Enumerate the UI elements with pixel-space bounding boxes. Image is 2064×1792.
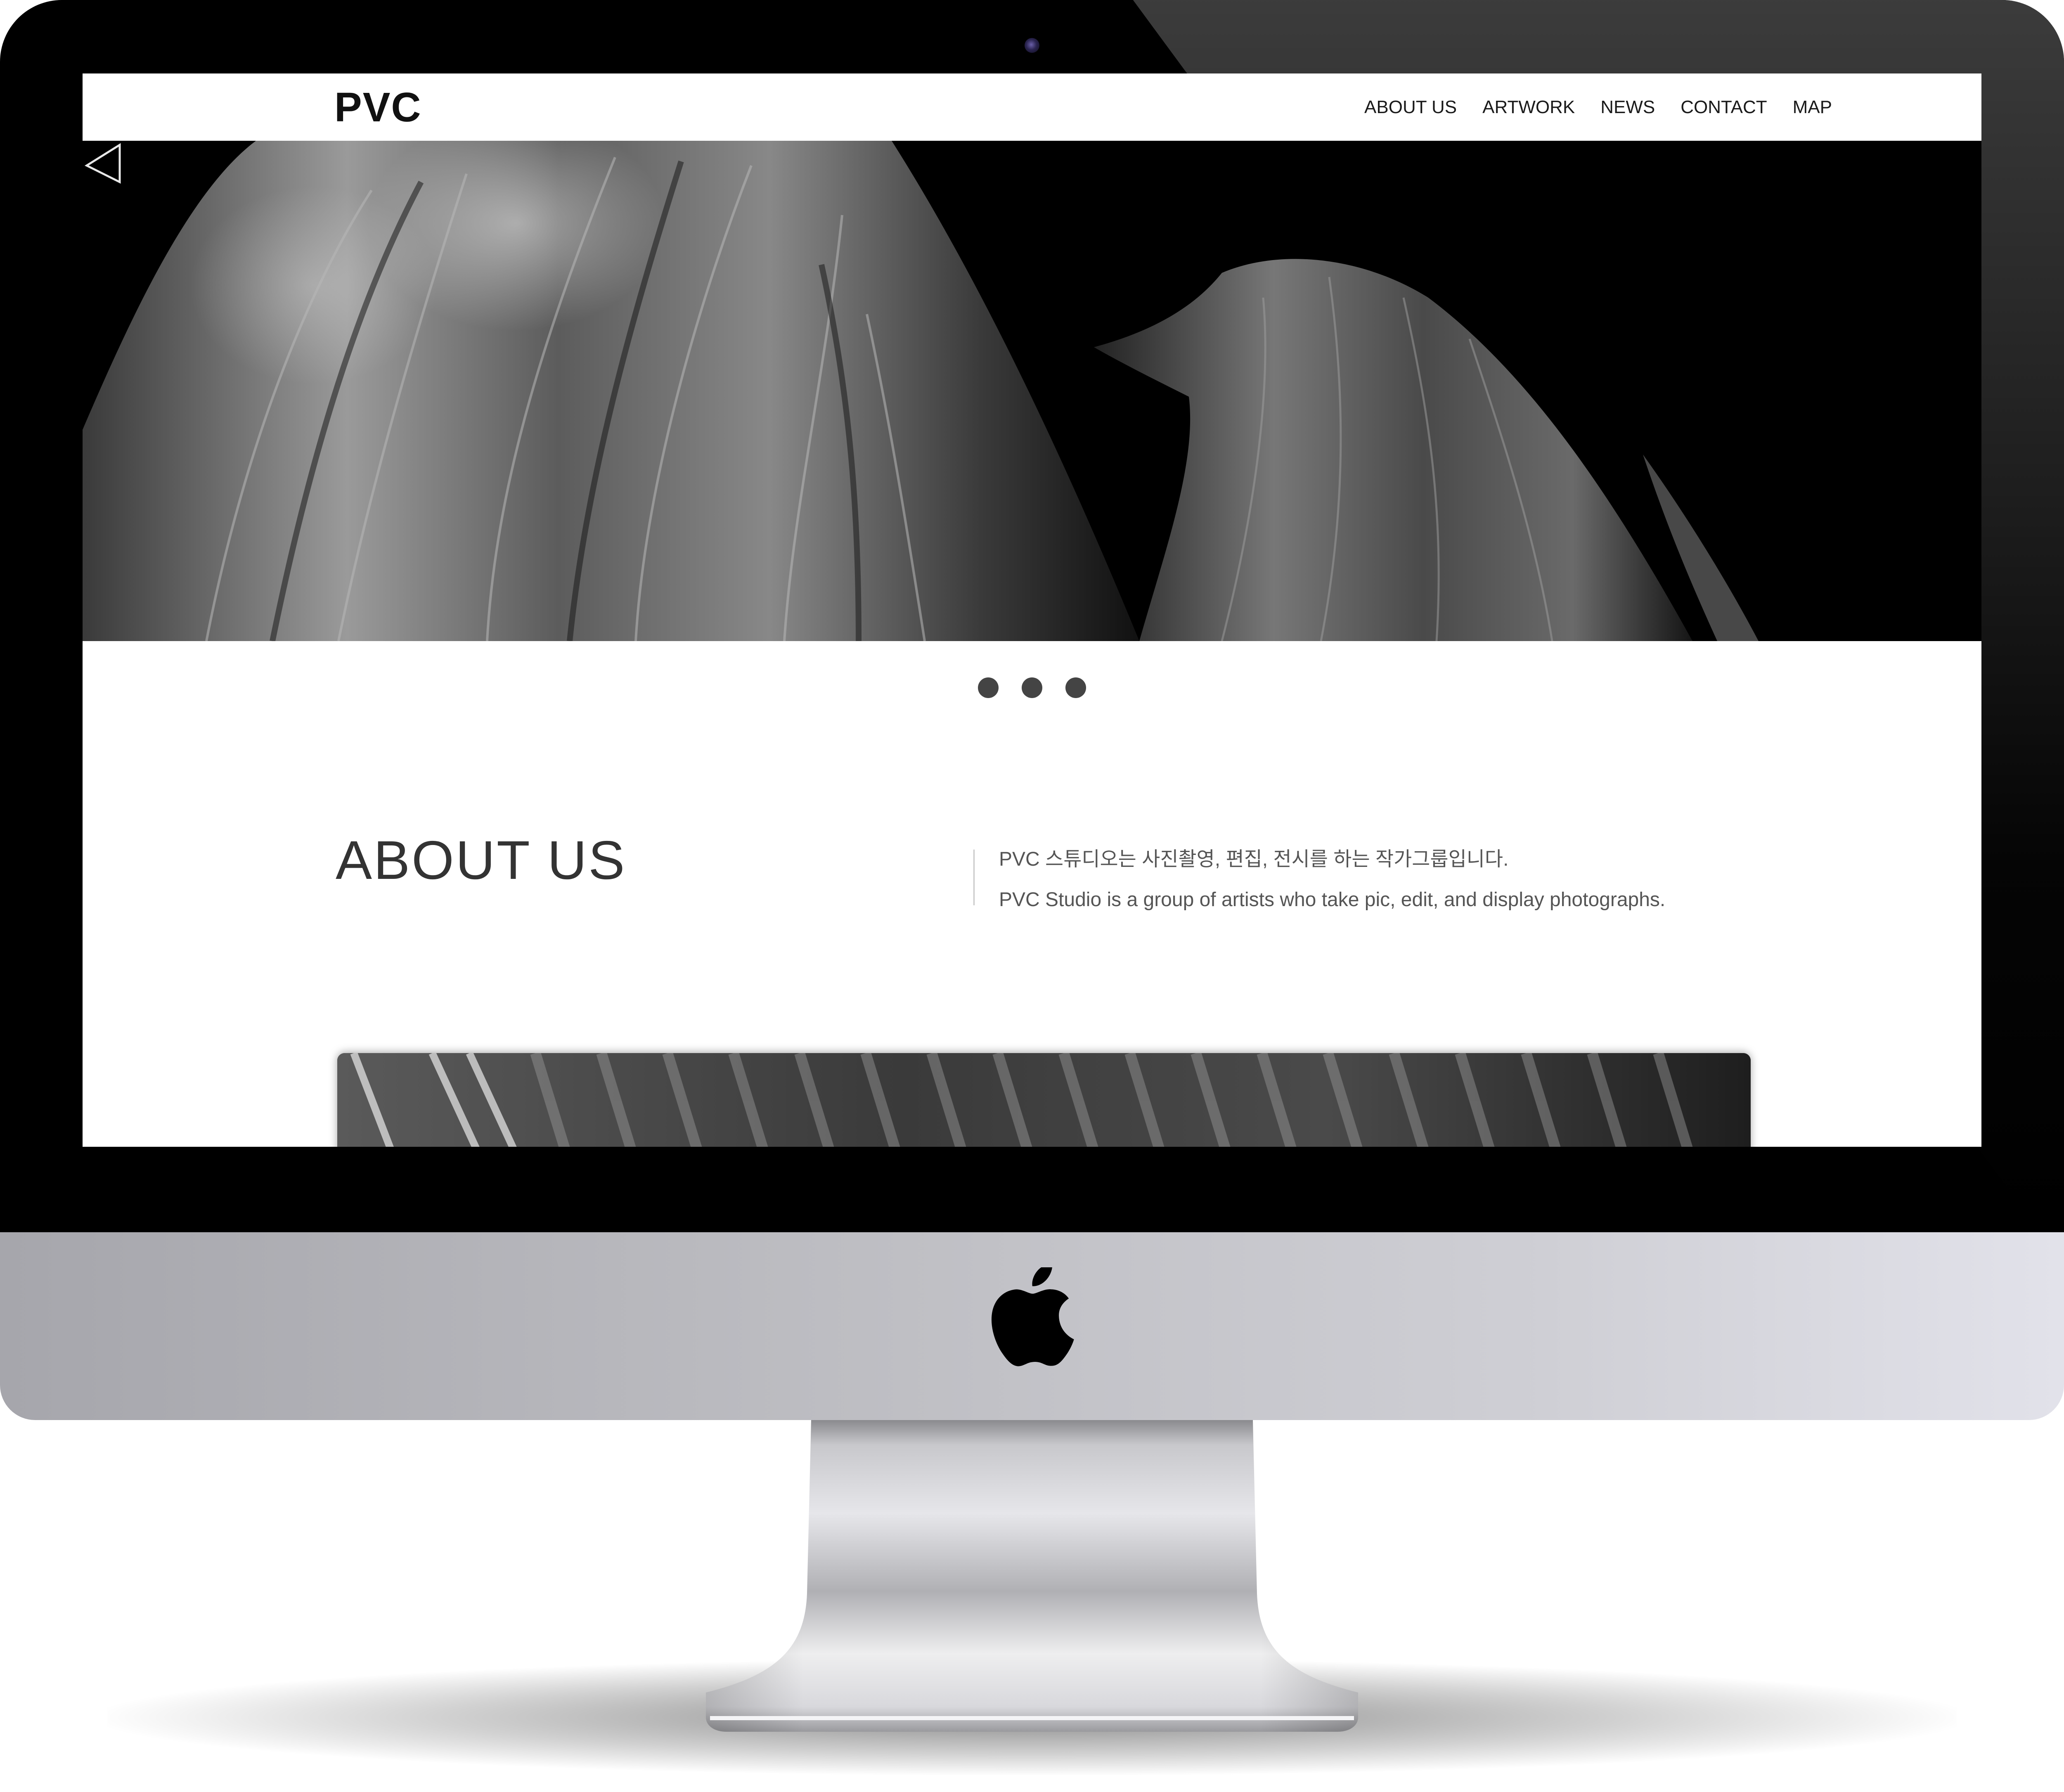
site-header: PVC ABOUT US ARTWORK NEWS CONTACT MAP — [83, 73, 1981, 141]
monitor-stand — [706, 1420, 1358, 1732]
nav-news[interactable]: NEWS — [1600, 97, 1655, 118]
monitor-chin — [0, 1232, 2064, 1420]
about-line-korean: PVC 스튜디오는 사진촬영, 편집, 전시를 하는 작가그룹입니다. — [999, 848, 1509, 870]
slider-dot-1[interactable] — [978, 677, 999, 698]
nav-contact[interactable]: CONTACT — [1681, 97, 1767, 118]
camera-icon — [1025, 38, 1039, 53]
about-description: PVC 스튜디오는 사진촬영, 편집, 전시를 하는 작가그룹입니다. PVC … — [999, 839, 1783, 920]
nav-map[interactable]: MAP — [1793, 97, 1832, 118]
nav-about-us[interactable]: ABOUT US — [1364, 97, 1457, 118]
slider-dot-2[interactable] — [1022, 677, 1042, 698]
slider-prev-icon[interactable] — [83, 141, 124, 186]
about-heading: ABOUT US — [336, 830, 627, 890]
site-logo[interactable]: PVC — [334, 83, 422, 132]
hero-slider — [83, 141, 1981, 641]
apple-logo-icon — [991, 1267, 1074, 1366]
about-divider — [973, 850, 975, 905]
artwork-photo — [337, 1053, 1751, 1147]
nav-artwork[interactable]: ARTWORK — [1482, 97, 1575, 118]
main-nav: ABOUT US ARTWORK NEWS CONTACT MAP — [1280, 73, 1832, 141]
hero-image — [83, 141, 1759, 641]
slider-pagination — [83, 677, 1981, 702]
slider-dot-3[interactable] — [1065, 677, 1086, 698]
about-line-english: PVC Studio is a group of artists who tak… — [999, 889, 1666, 911]
browser-viewport: PVC ABOUT US ARTWORK NEWS CONTACT MAP AB… — [83, 73, 1981, 1147]
artwork-card-image[interactable] — [337, 1053, 1751, 1147]
